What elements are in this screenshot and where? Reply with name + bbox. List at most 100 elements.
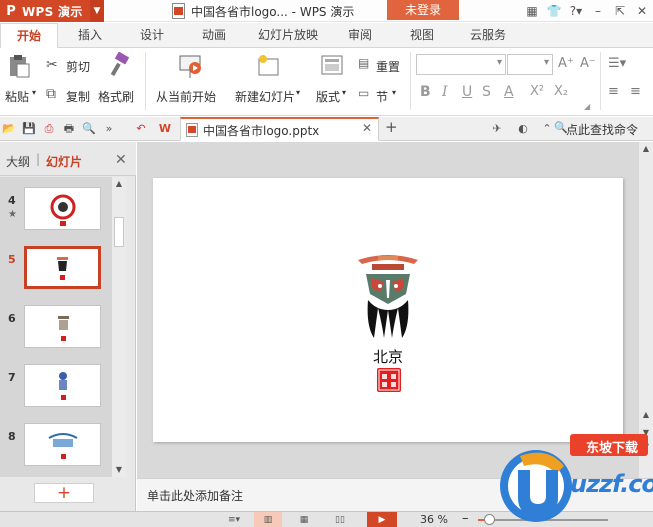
layout-dropdown-icon[interactable]: ▾ — [342, 88, 346, 97]
section-dropdown-icon[interactable]: ▾ — [392, 88, 396, 97]
scissors-icon[interactable]: ✂ — [46, 57, 58, 73]
new-slide-button[interactable]: 新建幻灯片 — [235, 88, 295, 105]
font-family-select[interactable] — [416, 54, 506, 75]
subscript-button[interactable]: X₂ — [554, 84, 568, 99]
underline-button[interactable]: U — [462, 84, 472, 100]
strike-button[interactable]: S — [482, 84, 491, 100]
open-folder-icon[interactable]: 📂 — [2, 122, 16, 136]
tab-slideshow[interactable]: 幻灯片放映 — [252, 23, 324, 48]
bold-button[interactable]: B — [420, 84, 431, 100]
scrollbar-thumb[interactable] — [114, 217, 124, 247]
bullet-list-icon[interactable]: ☰▾ — [608, 56, 626, 71]
print-preview-icon[interactable]: 🔍 — [82, 122, 96, 136]
new-slide-dropdown-icon[interactable]: ▾ — [296, 88, 300, 97]
slide-thumbnail-list: 4 ★ 5 6 7 8 — [0, 177, 112, 477]
grid-icon[interactable]: ▦ — [521, 0, 543, 22]
tab-cloud[interactable]: 云服务 — [460, 23, 516, 48]
normal-view-icon[interactable]: ▥ — [254, 512, 282, 527]
search-command-input[interactable]: 点此查找命令 — [566, 121, 638, 138]
reading-view-icon[interactable]: ▯▯ — [326, 512, 354, 527]
tab-view[interactable]: 视图 — [400, 23, 444, 48]
wps-doc-icon[interactable]: W — [158, 122, 172, 136]
export-pdf-icon[interactable]: ⎙ — [42, 122, 56, 136]
undo-icon[interactable]: ↶ — [134, 122, 148, 136]
ribbon: 粘贴 ▾ ✂ 剪切 ⧉ 复制 格式刷 从当前开始 新建幻灯片 ▾ 版式 ▾ ▤ … — [0, 48, 653, 116]
skin-icon[interactable]: ◐ — [516, 122, 530, 136]
align-left-icon[interactable]: ≡ — [608, 84, 619, 99]
slideshow-from-current-icon[interactable] — [178, 54, 204, 80]
font-size-select[interactable] — [507, 54, 553, 75]
more-commands-icon[interactable]: » — [102, 122, 116, 136]
ribbon-separator — [600, 52, 601, 110]
section-icon[interactable]: ▭ — [358, 86, 369, 100]
login-button[interactable]: 未登录 — [387, 0, 459, 20]
new-tab-button[interactable]: + — [385, 118, 398, 136]
format-painter-button[interactable]: 格式刷 — [98, 88, 134, 105]
tab-animation[interactable]: 动画 — [192, 23, 236, 48]
tab-slides[interactable]: 幻灯片 — [46, 153, 82, 170]
beijing-opera-logo[interactable] — [356, 248, 420, 340]
paste-button[interactable]: 粘贴 — [5, 88, 29, 105]
paste-dropdown-icon[interactable]: ▾ — [32, 88, 36, 97]
tab-outline[interactable]: 大纲 — [6, 153, 30, 170]
notes-toggle-icon[interactable]: ≡▾ — [220, 512, 248, 527]
tab-insert[interactable]: 插入 — [68, 23, 112, 48]
document-tab[interactable]: 中国各省市logo.pptx ✕ — [180, 117, 379, 141]
current-slide[interactable]: 北京 — [153, 178, 623, 442]
scroll-down-icon[interactable]: ▼ — [112, 463, 126, 477]
slides-scrollbar[interactable]: ▲ ▼ — [112, 177, 126, 477]
scroll-up-icon[interactable]: ▲ — [639, 144, 653, 153]
restore-icon[interactable]: ⇱ — [609, 0, 631, 22]
slide-sorter-icon[interactable]: ▦ — [290, 512, 318, 527]
print-icon[interactable]: 🖶 — [62, 122, 76, 136]
font-dialog-icon[interactable]: ◢ — [584, 102, 590, 111]
align-center-icon[interactable]: ≡ — [630, 84, 641, 99]
slide-thumbnail[interactable] — [24, 187, 101, 230]
reset-icon[interactable]: ▤ — [358, 56, 369, 70]
section-button[interactable]: 节 — [376, 88, 388, 105]
layout-icon[interactable] — [320, 54, 344, 78]
shrink-font-button[interactable]: A⁻ — [580, 56, 596, 71]
tab-design[interactable]: 设计 — [130, 23, 174, 48]
add-slide-button[interactable]: + — [34, 483, 94, 503]
slide-thumbnail[interactable] — [24, 305, 101, 348]
app-menu-dropdown-icon[interactable]: ▼ — [90, 0, 104, 22]
slide-thumbnail[interactable] — [24, 423, 101, 466]
pin-icon[interactable]: ✈ — [490, 122, 504, 136]
layout-button[interactable]: 版式 — [316, 88, 340, 105]
close-tab-icon[interactable]: ✕ — [362, 121, 372, 135]
zoom-out-button[interactable]: – — [462, 511, 469, 526]
italic-button[interactable]: I — [442, 84, 448, 100]
tab-review[interactable]: 审阅 — [338, 23, 382, 48]
grow-font-button[interactable]: A⁺ — [558, 56, 574, 71]
slide-thumbnail[interactable] — [24, 364, 101, 407]
paste-icon[interactable] — [8, 54, 30, 78]
cut-button[interactable]: 剪切 — [66, 58, 90, 75]
play-slideshow-button[interactable]: ▶ — [367, 512, 397, 527]
font-color-button[interactable]: A — [504, 84, 514, 100]
slide-thumbnail-active[interactable] — [24, 246, 101, 289]
app-menu-button[interactable]: P WPS 演示 ▼ — [0, 0, 104, 22]
notes-placeholder: 单击此处添加备注 — [147, 489, 244, 503]
close-icon[interactable]: ✕ — [631, 0, 653, 22]
pptx-file-icon — [186, 123, 198, 137]
zoom-level[interactable]: 36 % — [420, 513, 448, 526]
new-slide-icon[interactable] — [256, 54, 282, 78]
close-pane-icon[interactable]: ✕ — [115, 152, 127, 168]
save-icon[interactable]: 💾 — [22, 122, 36, 136]
scroll-up-icon[interactable]: ▲ — [112, 177, 126, 191]
canvas-scrollbar[interactable]: ▲ ▲ ▼ ▼ — [639, 142, 653, 478]
copy-icon[interactable]: ⧉ — [46, 86, 56, 102]
prev-slide-icon[interactable]: ▲ — [639, 410, 653, 419]
chevron-up-icon[interactable]: ⌃ — [540, 122, 554, 136]
from-current-button[interactable]: 从当前开始 — [156, 88, 216, 105]
copy-button[interactable]: 复制 — [66, 88, 90, 105]
minimize-icon[interactable]: – — [587, 0, 609, 22]
format-painter-icon[interactable] — [110, 52, 130, 78]
tab-home[interactable]: 开始 — [0, 23, 58, 49]
shirt-icon[interactable]: 👕 — [543, 0, 565, 22]
watermark-badge: 东坡下载 — [586, 441, 639, 456]
reset-button[interactable]: 重置 — [376, 58, 400, 75]
help-icon[interactable]: ?▾ — [565, 0, 587, 22]
superscript-button[interactable]: X² — [530, 84, 544, 99]
